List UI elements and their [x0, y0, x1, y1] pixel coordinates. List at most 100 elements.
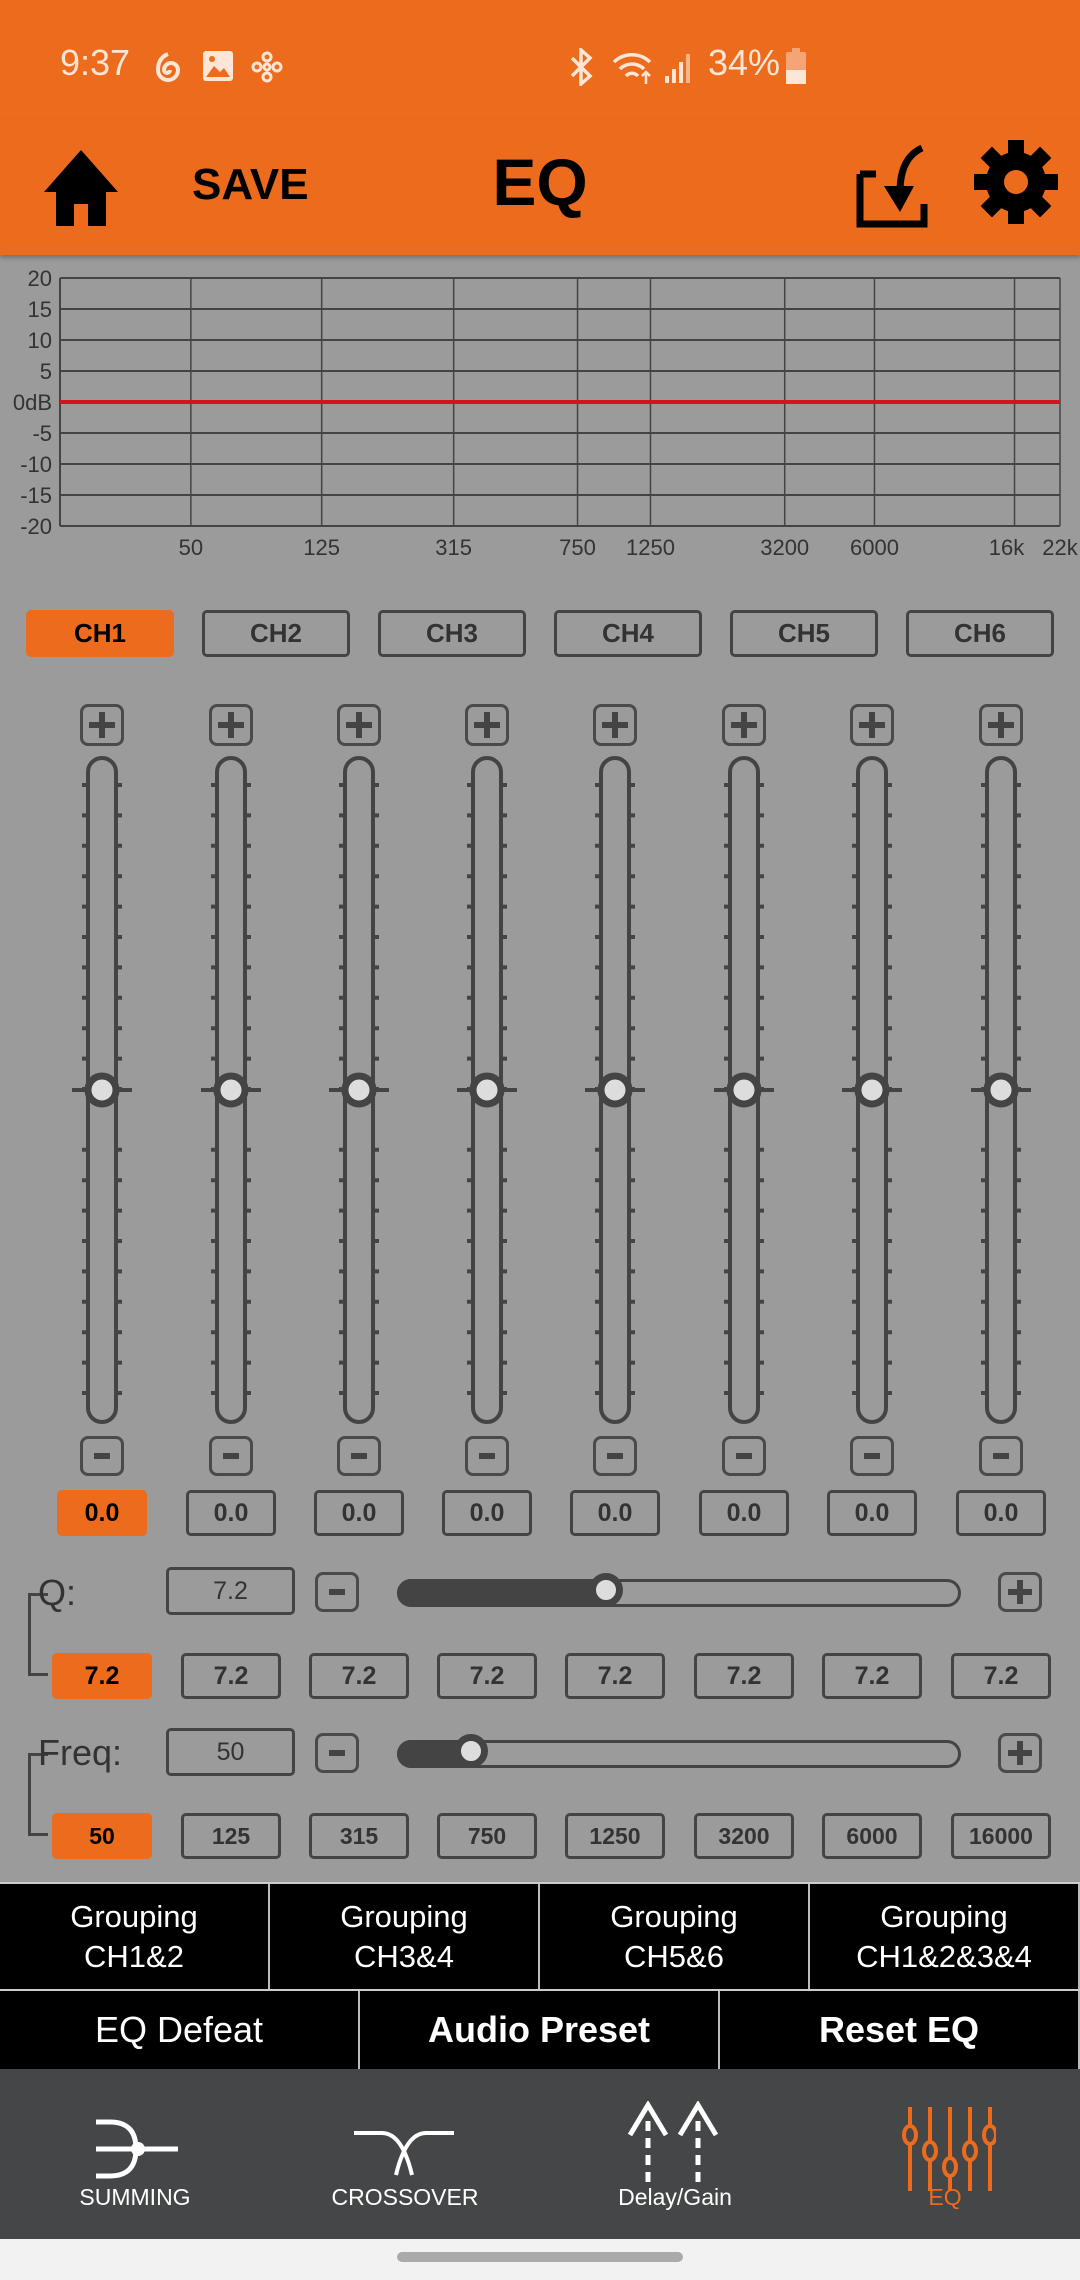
band-gain-value[interactable]: 0.0 [57, 1490, 147, 1536]
reset-eq-button[interactable]: Reset EQ [720, 1991, 1080, 2069]
band-minus-button[interactable] [722, 1436, 766, 1476]
freq-band-value[interactable]: 1250 [565, 1813, 665, 1859]
q-minus-button[interactable] [315, 1572, 359, 1612]
grouping-button[interactable]: Grouping CH1&2&3&4 [810, 1884, 1080, 1989]
band-gain-value[interactable]: 0.0 [442, 1490, 532, 1536]
slider-knob[interactable] [84, 1072, 120, 1108]
band-minus-button[interactable] [593, 1436, 637, 1476]
band-gain-slider[interactable] [575, 755, 655, 1427]
tab-ch5[interactable]: CH5 [730, 610, 878, 657]
band-gain-slider[interactable] [191, 755, 271, 1427]
grouping-button[interactable]: Grouping CH1&2 [0, 1884, 270, 1989]
band-minus-button[interactable] [850, 1436, 894, 1476]
gallery-icon [203, 51, 233, 81]
band-gain-value[interactable]: 0.0 [570, 1490, 660, 1536]
x-tick-label: 16k [989, 535, 1025, 560]
band-gain-slider[interactable] [62, 755, 142, 1427]
slider-knob[interactable] [341, 1072, 377, 1108]
q-band-value[interactable]: 7.2 [181, 1653, 281, 1699]
nav-crossover[interactable]: CROSSOVER [270, 2069, 540, 2239]
wifi-icon [612, 53, 652, 84]
freq-band-value[interactable]: 6000 [822, 1813, 922, 1859]
band-plus-button[interactable] [979, 704, 1023, 746]
x-tick-label: 22k [1042, 535, 1078, 560]
band-minus-button[interactable] [337, 1436, 381, 1476]
band-plus-button[interactable] [80, 704, 124, 746]
band-minus-button[interactable] [209, 1436, 253, 1476]
freq-minus-button[interactable] [315, 1733, 359, 1773]
nav-eq[interactable]: EQ [810, 2069, 1080, 2239]
x-tick-label: 125 [303, 535, 340, 560]
band-minus-button[interactable] [979, 1436, 1023, 1476]
band-gain-value[interactable]: 0.0 [314, 1490, 404, 1536]
band-gain-slider[interactable] [447, 755, 527, 1427]
tab-ch1[interactable]: CH1 [26, 610, 174, 657]
slider-knob[interactable] [726, 1072, 762, 1108]
freq-band-value[interactable]: 125 [181, 1813, 281, 1859]
nav-summing[interactable]: SUMMING [0, 2069, 270, 2239]
nav-delay-gain[interactable]: Delay/Gain [540, 2069, 810, 2239]
crossover-icon [354, 2131, 454, 2176]
audio-preset-button[interactable]: Audio Preset [360, 1991, 720, 2069]
tab-ch2[interactable]: CH2 [202, 610, 350, 657]
band-plus-button[interactable] [850, 704, 894, 746]
y-tick-label: -20 [20, 514, 52, 539]
q-value-field[interactable]: 7.2 [166, 1567, 295, 1615]
band-gain-slider[interactable] [319, 755, 399, 1427]
slider-knob[interactable] [597, 1072, 633, 1108]
import-icon[interactable] [856, 144, 928, 228]
band-gain-value[interactable]: 0.0 [699, 1490, 789, 1536]
grouping-button[interactable]: Grouping CH3&4 [270, 1884, 540, 1989]
x-tick-label: 315 [435, 535, 472, 560]
freq-slider-knob[interactable] [454, 1734, 489, 1768]
q-band-value[interactable]: 7.2 [437, 1653, 537, 1699]
band-plus-button[interactable] [209, 704, 253, 746]
freq-band-value[interactable]: 16000 [951, 1813, 1051, 1859]
band-plus-button[interactable] [465, 704, 509, 746]
slider-knob[interactable] [213, 1072, 249, 1108]
freq-band-value[interactable]: 315 [309, 1813, 409, 1859]
eq-defeat-button[interactable]: EQ Defeat [0, 1991, 360, 2069]
grouping-button[interactable]: Grouping CH5&6 [540, 1884, 810, 1989]
freq-plus-button[interactable] [998, 1733, 1042, 1773]
band-gain-value[interactable]: 0.0 [827, 1490, 917, 1536]
q-band-value[interactable]: 7.2 [694, 1653, 794, 1699]
band-gain-slider[interactable] [832, 755, 912, 1427]
freq-band-value[interactable]: 750 [437, 1813, 537, 1859]
freq-band-value[interactable]: 3200 [694, 1813, 794, 1859]
band-gain-slider[interactable] [704, 755, 784, 1427]
band-minus-button[interactable] [80, 1436, 124, 1476]
freq-slider[interactable] [397, 1734, 961, 1768]
band-plus-button[interactable] [337, 704, 381, 746]
q-slider[interactable] [397, 1573, 961, 1607]
slider-knob[interactable] [983, 1072, 1019, 1108]
q-band-value[interactable]: 7.2 [951, 1653, 1051, 1699]
slider-knob[interactable] [854, 1072, 890, 1108]
band-plus-button[interactable] [593, 704, 637, 746]
band-gain-slider[interactable] [961, 755, 1041, 1427]
gear-icon[interactable] [972, 138, 1060, 226]
q-band-value[interactable]: 7.2 [565, 1653, 665, 1699]
band-plus-button[interactable] [722, 704, 766, 746]
band-gain-value[interactable]: 0.0 [186, 1490, 276, 1536]
delay-gain-icon [627, 2101, 719, 2187]
q-band-value[interactable]: 7.2 [309, 1653, 409, 1699]
slider-knob[interactable] [469, 1072, 505, 1108]
q-band-value[interactable]: 7.2 [822, 1653, 922, 1699]
x-tick-label: 1250 [626, 535, 675, 560]
q-plus-button[interactable] [998, 1572, 1042, 1612]
freq-value-field[interactable]: 50 [166, 1728, 295, 1776]
freq-label: Freq: [38, 1732, 123, 1773]
tab-ch4[interactable]: CH4 [554, 610, 702, 657]
freq-band-value[interactable]: 50 [52, 1813, 152, 1859]
q-band-value[interactable]: 7.2 [52, 1653, 152, 1699]
tab-ch6[interactable]: CH6 [906, 610, 1054, 657]
q-slider-knob[interactable] [588, 1573, 623, 1607]
tab-ch3[interactable]: CH3 [378, 610, 526, 657]
nav-eq-label: EQ [928, 2184, 962, 2210]
gesture-handle[interactable] [397, 2252, 683, 2262]
signal-icon [665, 54, 690, 83]
spiral-icon [155, 52, 181, 82]
band-gain-value[interactable]: 0.0 [956, 1490, 1046, 1536]
band-minus-button[interactable] [465, 1436, 509, 1476]
